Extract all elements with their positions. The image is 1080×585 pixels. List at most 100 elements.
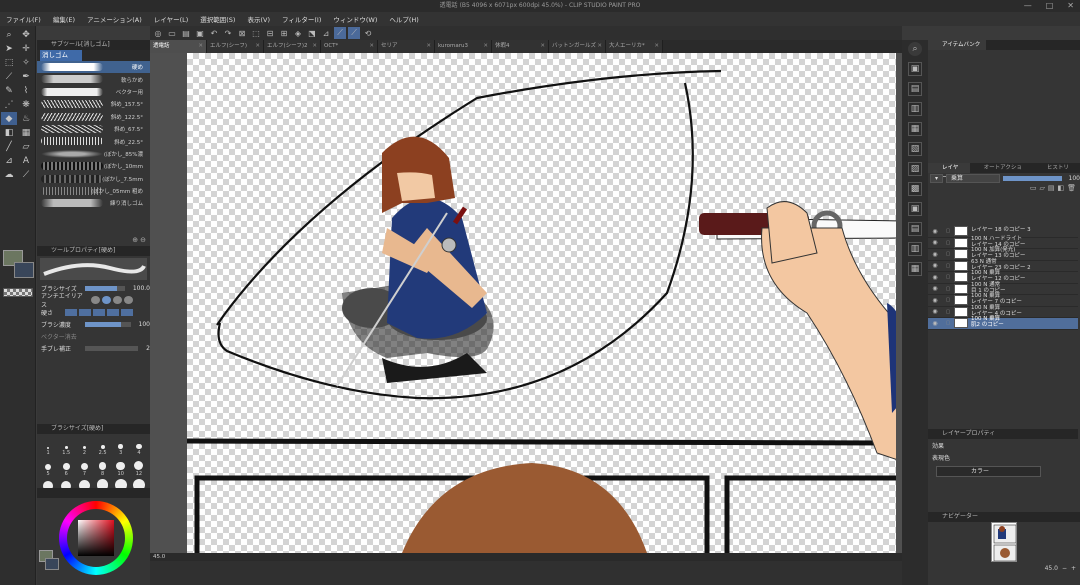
close-icon[interactable]: ✕ xyxy=(1067,0,1074,12)
blend-mode-select[interactable]: 乗算 xyxy=(946,174,1001,183)
zoom-out-icon[interactable]: − xyxy=(1062,565,1067,572)
panel-icon-3[interactable]: ▥ xyxy=(908,102,922,116)
new-icon[interactable]: ▭ xyxy=(166,27,178,39)
brush-size-preset[interactable]: 2.5 xyxy=(93,437,111,456)
menu-window[interactable]: ウィンドウ(W) xyxy=(333,14,377,24)
subtool-item[interactable]: (ぼかし_7.5mm xyxy=(37,173,150,185)
redo-icon[interactable]: ↷ xyxy=(222,27,234,39)
zoom-tool-icon[interactable]: ⌕ xyxy=(1,28,17,41)
airbrush-icon[interactable]: ⋰ xyxy=(1,98,17,111)
layer-lock-icon[interactable]: ▢ xyxy=(942,297,954,303)
menu-filter[interactable]: フィルター(I) xyxy=(282,14,321,24)
panel-icon-1[interactable]: ▣ xyxy=(908,62,922,76)
correct-line-icon[interactable]: ⟋ xyxy=(18,168,34,181)
clear-icon[interactable]: ⊠ xyxy=(236,27,248,39)
mask-icon[interactable]: ◧ xyxy=(1057,184,1064,195)
eraser-tool-icon[interactable]: ◆ xyxy=(1,112,17,125)
frame-tool-icon[interactable]: ▱ xyxy=(18,140,34,153)
layer-lock-icon[interactable]: ▢ xyxy=(942,263,954,269)
subtool-item[interactable]: 斜め_67.5° xyxy=(37,123,150,135)
subtool-item[interactable]: 練り消しゴム xyxy=(37,197,150,209)
brush-tool-icon[interactable]: ⌇ xyxy=(18,84,34,97)
panel-icon-7[interactable]: ▩ xyxy=(908,182,922,196)
layer-lock-icon[interactable]: ▢ xyxy=(942,251,954,257)
close-tab-icon[interactable]: ✕ xyxy=(426,40,431,53)
transform-icon[interactable]: ⬔ xyxy=(306,27,318,39)
subtool-item[interactable]: 斜め_122.5° xyxy=(37,111,150,123)
new-raster-layer-icon[interactable]: ▭ xyxy=(1030,184,1037,195)
saturation-square[interactable] xyxy=(78,520,114,556)
pen-tool-icon[interactable]: ✒ xyxy=(18,70,34,83)
brush-size-preset[interactable]: 10 xyxy=(112,458,130,477)
visibility-eye-icon[interactable]: ◉ xyxy=(928,285,942,292)
layer-row[interactable]: ◉ ▢ 63 N 通常 レイヤー 23 のコピー 2 xyxy=(928,259,1078,272)
panel-icon-5[interactable]: ▧ xyxy=(908,142,922,156)
navigator-thumbnail[interactable] xyxy=(991,522,1017,562)
blend-tool-icon[interactable]: ♨ xyxy=(18,112,34,125)
aa-medium[interactable] xyxy=(113,296,122,304)
layer-row[interactable]: ◉ ▢ 100 N 乗算 レイヤー 12 のコピー xyxy=(928,271,1078,284)
decoration-icon[interactable]: ❋ xyxy=(18,98,34,111)
invert-icon[interactable]: ⊞ xyxy=(278,27,290,39)
brush-size-preset[interactable]: 12 xyxy=(130,458,148,477)
operation-tool-icon[interactable]: ➤ xyxy=(1,42,17,55)
brush-size-preset[interactable]: 2 xyxy=(75,437,93,456)
layer-tab[interactable]: レイヤー xyxy=(928,163,970,181)
menu-edit[interactable]: 編集(E) xyxy=(53,14,75,24)
expression-color-select[interactable]: カラー xyxy=(936,466,1041,477)
visibility-eye-icon[interactable]: ◉ xyxy=(928,320,942,327)
panel-icon-10[interactable]: ▥ xyxy=(908,242,922,256)
layer-lock-icon[interactable]: ▢ xyxy=(942,320,954,326)
snap-special-icon[interactable]: ⟋ xyxy=(348,27,360,39)
add-subtool-icon[interactable]: ⊕ xyxy=(132,236,138,246)
panel-icon-11[interactable]: ▦ xyxy=(908,262,922,276)
close-tab-icon[interactable]: ✕ xyxy=(369,40,374,53)
canvas-tab[interactable]: OCT* ✕ xyxy=(321,40,378,53)
stabilize-slider[interactable] xyxy=(85,345,139,351)
gradient-icon[interactable]: ▦ xyxy=(18,126,34,139)
eyedropper-icon[interactable]: ⟋ xyxy=(1,70,17,83)
close-tab-icon[interactable]: ✕ xyxy=(483,40,488,53)
close-tab-icon[interactable]: ✕ xyxy=(654,40,659,53)
subtool-item[interactable]: 硬め xyxy=(37,61,150,74)
panel-icon-8[interactable]: ▣ xyxy=(908,202,922,216)
aa-weak[interactable] xyxy=(102,296,111,304)
material-tab[interactable]: アイテムバンク xyxy=(928,40,987,50)
fill-icon[interactable]: ◈ xyxy=(292,27,304,39)
hardness-step-5[interactable] xyxy=(121,308,133,316)
vector-erase-row[interactable]: ベクター消去 xyxy=(37,330,150,342)
brush-size-preset[interactable]: 6 xyxy=(57,458,75,477)
layer-row[interactable]: ◉ ▢ 100 N 乗算 レイヤー 4 のコピー xyxy=(928,305,1078,318)
density-slider[interactable] xyxy=(85,321,131,327)
density-row[interactable]: ブラシ濃度 100 xyxy=(37,318,150,330)
fill-tool-icon[interactable]: ◧ xyxy=(1,126,17,139)
color-panel-sub-swatch[interactable] xyxy=(45,558,59,570)
menu-view[interactable]: 表示(V) xyxy=(247,14,270,24)
aa-none[interactable] xyxy=(91,296,100,304)
app-icon[interactable]: ◎ xyxy=(152,27,164,39)
select-all-icon[interactable]: ⬚ xyxy=(250,27,262,39)
brush-size-slider[interactable] xyxy=(85,285,125,291)
visibility-eye-icon[interactable]: ◉ xyxy=(928,297,942,304)
rotate-icon[interactable]: ⟲ xyxy=(362,27,374,39)
auto-select-icon[interactable]: ✧ xyxy=(18,56,34,69)
ruler-tool-icon[interactable]: ⊿ xyxy=(1,154,17,167)
close-tab-icon[interactable]: ✕ xyxy=(255,40,260,53)
visibility-eye-icon[interactable]: ◉ xyxy=(928,239,942,246)
brush-size-preset[interactable]: 3 xyxy=(112,437,130,456)
zoom-in-icon[interactable]: + xyxy=(1071,565,1076,572)
panel-icon-9[interactable]: ▤ xyxy=(908,222,922,236)
close-tab-icon[interactable]: ✕ xyxy=(312,40,317,53)
brush-size-preset[interactable]: 1.5 xyxy=(57,437,75,456)
snap-grid-icon[interactable]: ⟋ xyxy=(334,27,346,39)
hardness-step-1[interactable] xyxy=(65,308,77,316)
hardness-row[interactable]: 硬さ xyxy=(37,306,150,318)
close-tab-icon[interactable]: ✕ xyxy=(597,40,602,53)
canvas-tab[interactable]: エルフ(シーフ)2 ✕ xyxy=(264,40,321,53)
canvas-tab[interactable]: 透電話 ✕ xyxy=(150,40,207,53)
subtool-group-tab[interactable]: 消しゴム xyxy=(37,50,150,61)
delete-subtool-icon[interactable]: ⊖ xyxy=(140,236,146,246)
pencil-tool-icon[interactable]: ✎ xyxy=(1,84,17,97)
hardness-step-3[interactable] xyxy=(93,308,105,316)
canvas-tab[interactable]: 大人エーリカ* ✕ xyxy=(606,40,663,53)
